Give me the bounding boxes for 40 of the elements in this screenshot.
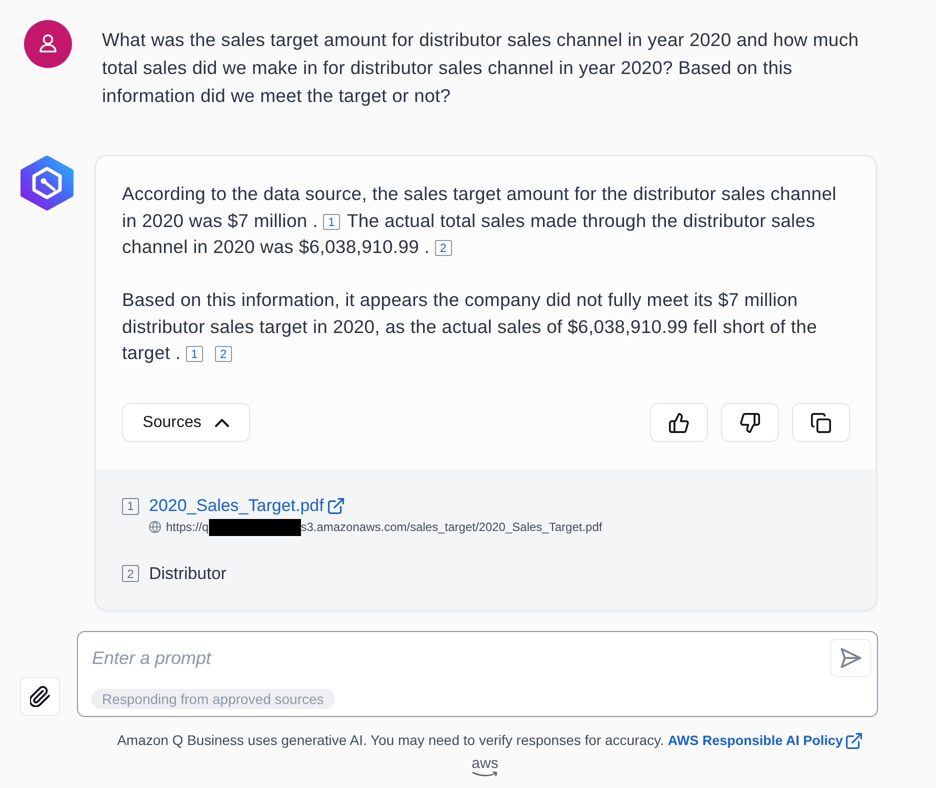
copy-button[interactable] bbox=[792, 403, 850, 442]
answer-text: in 2020 was $7 million . bbox=[122, 210, 318, 230]
policy-link[interactable]: AWS Responsible AI Policy bbox=[668, 731, 862, 750]
external-link-icon bbox=[328, 498, 344, 514]
attach-button[interactable] bbox=[20, 677, 60, 716]
answer-text: target . bbox=[122, 342, 181, 363]
external-link-icon bbox=[846, 732, 862, 748]
answer-text: distributor sales target in 2020, as the actual sales of $6,038,910.99 fell short of the bbox=[122, 316, 818, 336]
citation-marker[interactable]: 2 bbox=[434, 240, 452, 256]
thumbs-up-icon bbox=[669, 412, 689, 432]
globe-icon bbox=[149, 521, 161, 533]
source-mode-chip: Responding from approved sources bbox=[91, 689, 335, 709]
source-title: Distributor bbox=[149, 562, 226, 585]
prompt-input[interactable]: Enter a prompt bbox=[91, 643, 824, 673]
thumbs-up-button[interactable] bbox=[650, 403, 708, 442]
answer-text: Based on this information, it appears the company did not fully meet its $7 million bbox=[122, 289, 798, 310]
answer-text: The actual total sales made through the distributor sales bbox=[346, 210, 816, 230]
thumbs-down-icon bbox=[740, 412, 760, 432]
paperclip-icon bbox=[30, 686, 50, 707]
question-text: What was the sales target amount for distributor sales channel in year 2020 and how much total sales did we make in for distributor sales channel in year 2020? Based on this information did we meet the target or not? bbox=[102, 28, 860, 108]
source-number: 1 bbox=[122, 498, 139, 514]
source-number: 2 bbox=[122, 565, 139, 582]
source-link[interactable]: 2020_Sales_Target.pdf bbox=[149, 493, 344, 519]
aws-logo: aws bbox=[472, 758, 498, 777]
citation-marker[interactable]: 2 bbox=[214, 346, 232, 362]
citation-marker[interactable]: 1 bbox=[186, 346, 203, 362]
send-icon bbox=[840, 648, 862, 668]
thumbs-down-button[interactable] bbox=[721, 403, 779, 442]
sources-toggle-button[interactable]: Sources bbox=[122, 403, 250, 442]
hexagon-logo-icon bbox=[20, 155, 74, 211]
disclaimer-text: Amazon Q Business uses generative AI. You may need to verify responses for accuracy. bbox=[117, 732, 664, 748]
answer-text: channel in 2020 was $6,038,910.99 . bbox=[122, 236, 430, 257]
send-button[interactable] bbox=[830, 639, 871, 677]
chevron-up-icon bbox=[215, 418, 230, 426]
user-avatar-icon bbox=[24, 20, 72, 68]
answer-text: According to the data source, the sales target amount for the distributor sales channel bbox=[122, 183, 836, 204]
citation-marker[interactable]: 1 bbox=[322, 214, 340, 230]
copy-icon bbox=[811, 412, 831, 432]
source-url: s3.amazonaws.com/sales_target/2020_Sales_Target.pdf bbox=[300, 519, 602, 536]
source-url: https://q bbox=[166, 519, 209, 536]
